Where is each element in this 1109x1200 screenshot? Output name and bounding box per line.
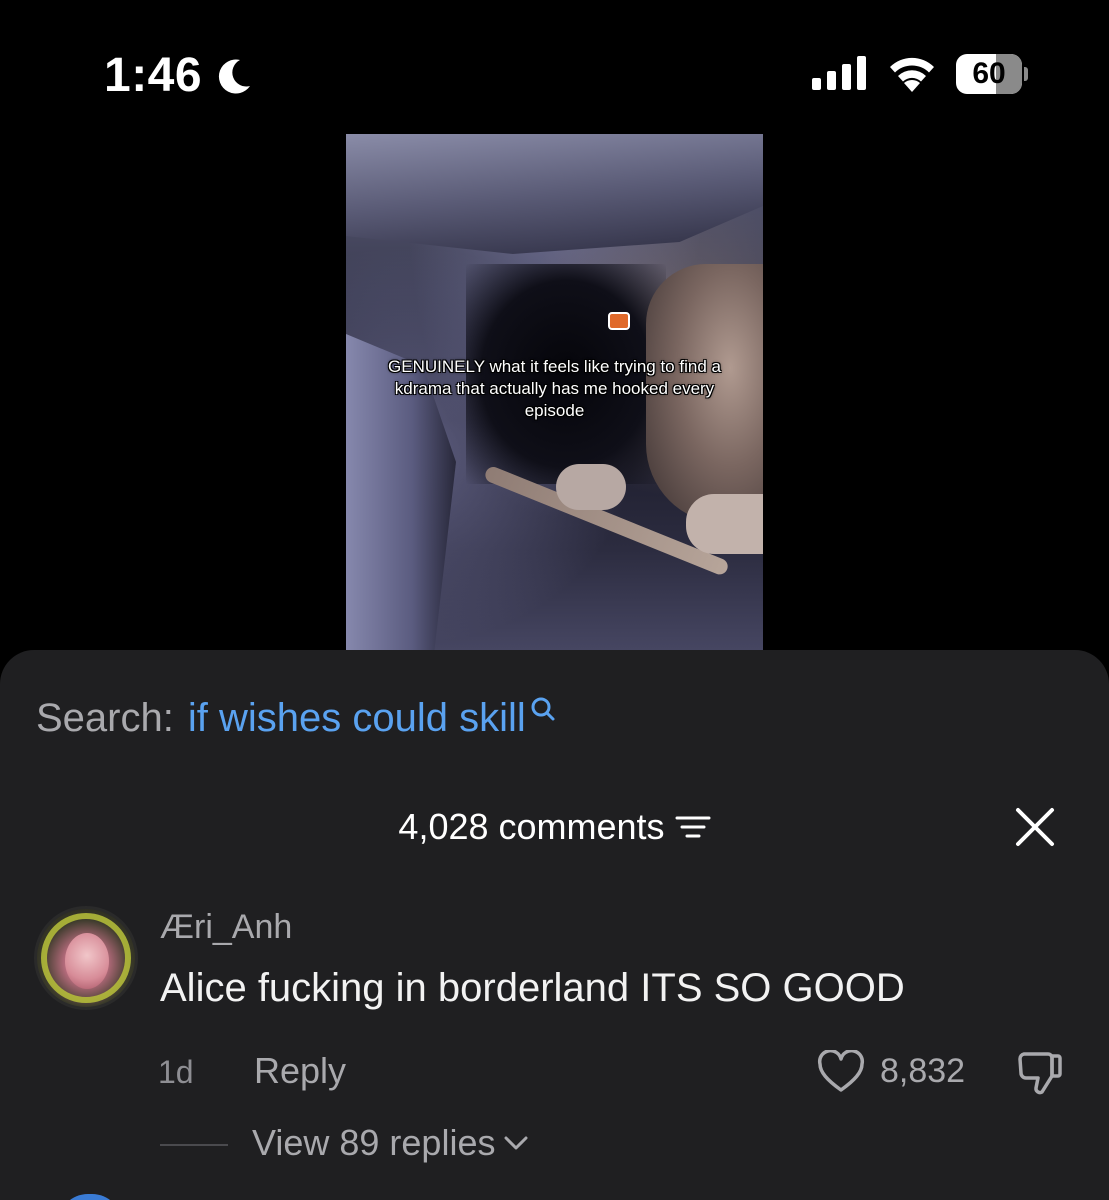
search-suggestion[interactable]: Search: if wishes could skill <box>36 696 556 741</box>
video-scene-hand <box>556 464 626 510</box>
thumbs-down-icon[interactable] <box>1016 1048 1064 1096</box>
comment-username[interactable]: Æri_Anh <box>160 908 292 947</box>
close-icon[interactable] <box>1014 806 1056 848</box>
battery-level-text: 60 <box>972 57 1006 90</box>
comments-count: 4,028 comments <box>398 806 665 847</box>
replies-divider <box>160 1144 228 1146</box>
battery-icon: 60 <box>956 54 1028 94</box>
comments-count-group[interactable]: 4,028 comments <box>0 806 1109 848</box>
comment-age: 1d <box>158 1054 194 1090</box>
view-replies[interactable]: View 89 replies <box>0 1122 1109 1172</box>
moon-icon <box>218 58 251 93</box>
status-time-group: 1:46 <box>104 48 254 103</box>
chevron-down-icon[interactable] <box>503 1134 529 1152</box>
sort-filter-icon[interactable] <box>675 813 711 841</box>
video-scene-rock <box>346 134 763 254</box>
search-label: Search: <box>36 696 174 740</box>
reply-button[interactable]: Reply <box>254 1050 346 1092</box>
view-replies-label[interactable]: View 89 replies <box>252 1122 495 1164</box>
status-time: 1:46 <box>104 49 203 102</box>
comment-meta: 1d Reply 8,832 <box>0 1050 1109 1100</box>
video-scene-headlamp <box>608 312 630 330</box>
search-icon[interactable] <box>530 696 556 726</box>
next-comment-avatar[interactable] <box>58 1194 122 1200</box>
comments-sheet: Search: if wishes could skill 4,028 comm… <box>0 650 1109 1200</box>
wifi-icon <box>890 57 934 92</box>
comment-text: Alice fucking in borderland ITS SO GOOD <box>160 966 905 1010</box>
status-bar: 1:46 60 <box>0 0 1109 130</box>
video-scene-hand <box>686 494 763 554</box>
cellular-signal-icon <box>812 56 866 90</box>
avatar[interactable] <box>34 906 138 1010</box>
search-term-link[interactable]: if wishes could skill <box>188 696 526 741</box>
heart-icon[interactable] <box>817 1050 865 1094</box>
video-caption: GENUINELY what it feels like trying to f… <box>388 357 721 420</box>
like-count: 8,832 <box>880 1052 966 1090</box>
comments-header: 4,028 comments <box>0 804 1109 854</box>
video-player[interactable]: GENUINELY what it feels like trying to f… <box>346 134 763 654</box>
